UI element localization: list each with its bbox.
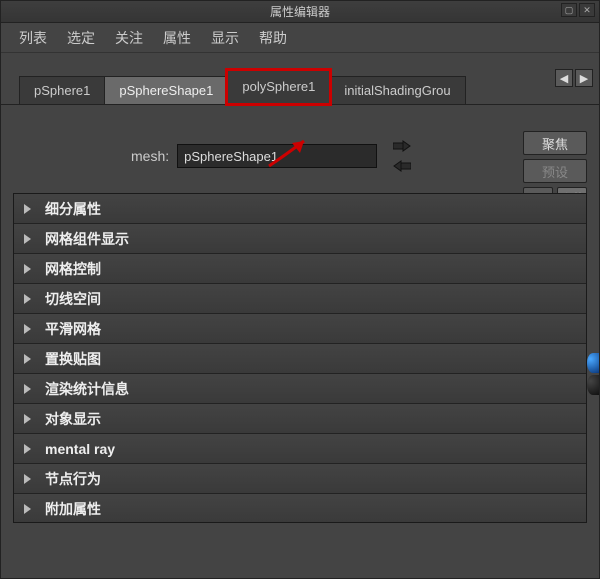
tab-scroll-right[interactable]: ▶ [575,69,593,87]
tab-psphere1[interactable]: pSphere1 [19,76,105,104]
disclosure-icon [24,504,31,514]
section-object-display[interactable]: 对象显示 [14,404,586,434]
tab-psphereshape1[interactable]: pSphereShape1 [104,76,228,104]
disclosure-icon [24,204,31,214]
node-name-input[interactable] [177,144,377,168]
disclosure-icon [24,384,31,394]
dock-button[interactable]: ▢ [561,3,577,17]
disclosure-icon [24,294,31,304]
tab-polysphere1[interactable]: polySphere1 [227,70,330,104]
section-mesh-component-display[interactable]: 网格组件显示 [14,224,586,254]
disclosure-icon [24,474,31,484]
close-button[interactable]: ✕ [579,3,595,17]
node-type-label: mesh: [131,148,169,164]
section-node-behavior[interactable]: 节点行为 [14,464,586,494]
menu-selected[interactable]: 选定 [67,28,95,48]
section-tessellation[interactable]: 细分属性 [14,194,586,224]
disclosure-icon [24,444,31,454]
section-mesh-controls[interactable]: 网格控制 [14,254,586,284]
node-tabs: pSphere1 pSphereShape1 polySphere1 initi… [1,73,599,105]
section-render-stats[interactable]: 渲染统计信息 [14,374,586,404]
tab-initialshadinggroup[interactable]: initialShadingGrou [329,76,465,104]
node-name-row: mesh: [1,139,599,173]
titlebar: 属性编辑器 ▢ ✕ [1,1,599,23]
section-displacement-map[interactable]: 置换贴图 [14,344,586,374]
window-title: 属性编辑器 [270,3,330,20]
input-connection-icon[interactable] [393,139,411,153]
viewport-gizmo-icon [587,353,600,393]
menu-attributes[interactable]: 属性 [163,28,191,48]
menu-help[interactable]: 帮助 [259,28,287,48]
disclosure-icon [24,414,31,424]
tab-scroll-buttons: ◀ ▶ [555,69,593,87]
output-connection-icon[interactable] [393,159,411,173]
titlebar-controls: ▢ ✕ [561,3,595,17]
section-tangent-space[interactable]: 切线空间 [14,284,586,314]
menu-show[interactable]: 显示 [211,28,239,48]
section-mental-ray[interactable]: mental ray [14,434,586,464]
node-connection-icons [393,139,411,173]
attribute-editor-window: 属性编辑器 ▢ ✕ 列表 选定 关注 属性 显示 帮助 pSphere1 pSp… [0,0,600,579]
disclosure-icon [24,324,31,334]
menubar: 列表 选定 关注 属性 显示 帮助 [1,23,599,53]
section-extra-attributes[interactable]: 附加属性 [14,494,586,523]
attribute-sections: 细分属性 网格组件显示 网格控制 切线空间 平滑网格 置换贴图 渲染统计信息 对… [13,193,587,523]
disclosure-icon [24,234,31,244]
disclosure-icon [24,354,31,364]
menu-list[interactable]: 列表 [19,28,47,48]
menu-focus[interactable]: 关注 [115,28,143,48]
tab-scroll-left[interactable]: ◀ [555,69,573,87]
disclosure-icon [24,264,31,274]
section-smooth-mesh[interactable]: 平滑网格 [14,314,586,344]
